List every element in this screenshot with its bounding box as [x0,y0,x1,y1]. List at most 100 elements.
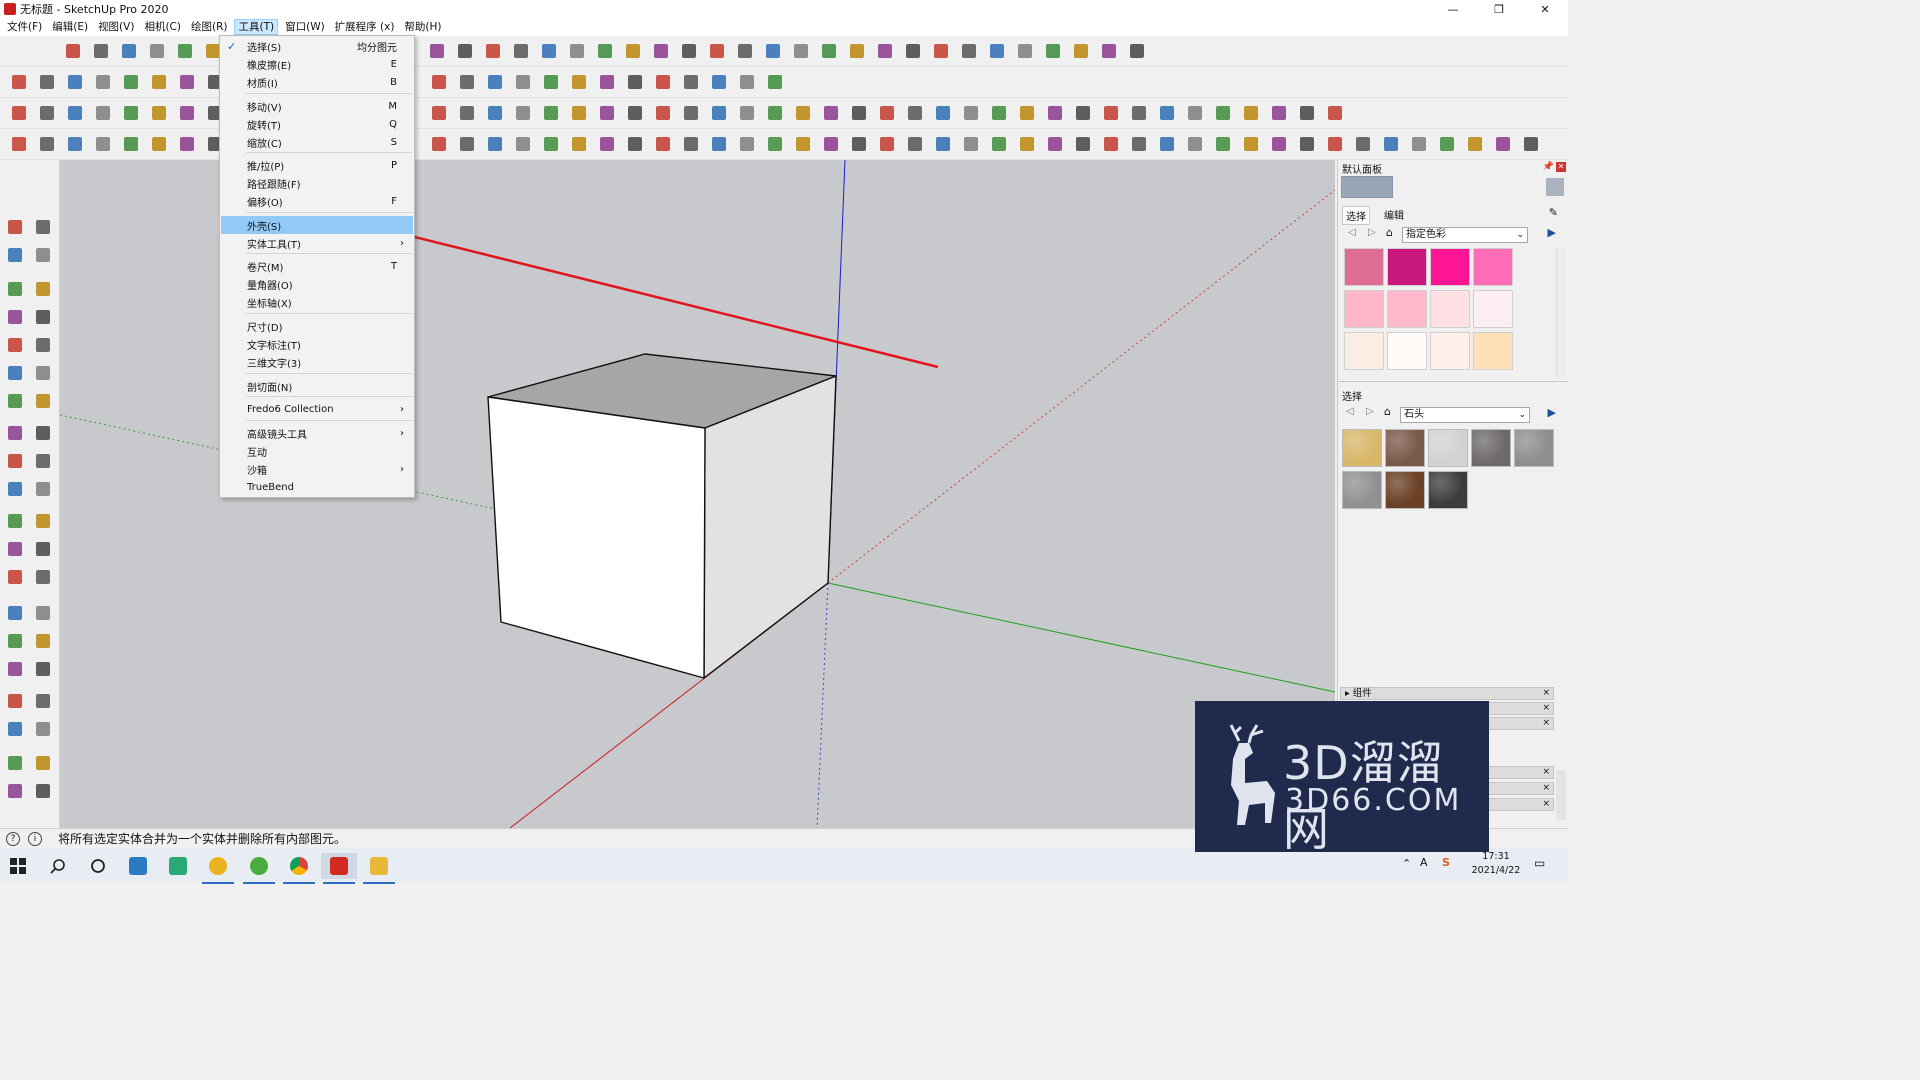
sample-paint-icon[interactable] [1546,178,1564,196]
taskbar-sketchup-icon[interactable] [321,853,357,884]
toolbar-tool-icon[interactable] [36,102,58,124]
toolbar-tool-icon[interactable] [902,40,924,62]
toolbar-tool-icon[interactable] [596,102,618,124]
left-tool-icon[interactable] [32,362,54,384]
color-swatch[interactable] [1430,290,1470,328]
menu-camera[interactable]: 相机(C) [141,19,184,35]
toolbar-tool-icon[interactable] [8,102,30,124]
close-icon[interactable]: × [1542,703,1550,714]
menu-extensions[interactable]: 扩展程序 (x) [332,19,398,35]
close-icon[interactable]: × [1542,783,1550,794]
eyedropper-icon[interactable]: ✎ [1549,206,1558,219]
toolbar-tool-icon[interactable] [736,71,758,93]
tools-menu-item[interactable]: 沙箱 › [221,460,413,478]
toolbar-tool-icon[interactable] [1128,133,1150,155]
toolbar-tool-icon[interactable] [174,40,196,62]
tools-menu-item[interactable]: TrueBend [221,478,413,496]
toolbar-tool-icon[interactable] [1212,102,1234,124]
stone-material-swatch[interactable] [1428,429,1468,467]
toolbar-tool-icon[interactable] [1240,133,1262,155]
left-tool-icon[interactable] [32,630,54,652]
toolbar-tool-icon[interactable] [512,71,534,93]
back-icon[interactable]: ◁ [1348,227,1356,238]
color-swatch[interactable] [1387,248,1427,286]
taskbar-app-green-icon[interactable] [160,853,196,879]
toolbar-tool-icon[interactable] [484,71,506,93]
left-tool-icon[interactable] [32,566,54,588]
toolbar-tool-icon[interactable] [764,133,786,155]
toolbar-tool-icon[interactable] [792,133,814,155]
toolbar-tool-icon[interactable] [92,102,114,124]
details-arrow-icon[interactable]: ▶ [1548,226,1556,239]
toolbar-tool-icon[interactable] [1016,133,1038,155]
toolbar-tool-icon[interactable] [568,71,590,93]
toolbar-tool-icon[interactable] [512,102,534,124]
toolbar-tool-icon[interactable] [1044,102,1066,124]
toolbar-tool-icon[interactable] [1240,102,1262,124]
toolbar-tool-icon[interactable] [790,40,812,62]
toolbar-tool-icon[interactable] [1128,102,1150,124]
toolbar-tool-icon[interactable] [706,40,728,62]
color-swatch[interactable] [1473,290,1513,328]
left-tool-icon[interactable] [32,658,54,680]
toolbar-tool-icon[interactable] [1072,102,1094,124]
toolbar-tool-icon[interactable] [932,133,954,155]
menu-edit[interactable]: 编辑(E) [49,19,91,35]
tools-menu-item[interactable]: 路径跟随(F) [221,174,413,192]
left-tool-icon[interactable] [4,752,26,774]
toolbar-tool-icon[interactable] [594,40,616,62]
close-icon[interactable]: × [1542,799,1550,810]
left-tool-icon[interactable] [4,510,26,532]
toolbar-tool-icon[interactable] [650,40,672,62]
tools-menu-item[interactable]: 外壳(S) [221,216,413,234]
taskbar-app-yellow-icon[interactable] [200,853,236,884]
left-tool-icon[interactable] [32,216,54,238]
tools-menu-item[interactable]: 橡皮擦(E) E [221,55,413,73]
toolbar-tool-icon[interactable] [92,133,114,155]
left-tool-icon[interactable] [32,244,54,266]
left-tool-icon[interactable] [4,566,26,588]
toolbar-tool-icon[interactable] [512,133,534,155]
menu-view[interactable]: 视图(V) [95,19,137,35]
toolbar-tool-icon[interactable] [176,133,198,155]
toolbar-tool-icon[interactable] [818,40,840,62]
tools-menu-item[interactable]: 偏移(O) F [221,192,413,210]
toolbar-tool-icon[interactable] [428,102,450,124]
toolbar-tool-icon[interactable] [1352,133,1374,155]
toolbar-tool-icon[interactable] [568,102,590,124]
toolbar-tool-icon[interactable] [118,40,140,62]
toolbar-tool-icon[interactable] [538,40,560,62]
tools-menu-item[interactable]: ✓ 选择(S) 均分图元 [221,37,413,55]
toolbar-tool-icon[interactable] [1520,133,1542,155]
material-collection-select[interactable]: 石头 ⌄ [1400,407,1530,423]
color-swatch[interactable] [1430,248,1470,286]
toolbar-tool-icon[interactable] [1436,133,1458,155]
toolbar-tool-icon[interactable] [624,102,646,124]
left-tool-icon[interactable] [4,306,26,328]
geo-location-icon[interactable]: ? [6,831,20,846]
toolbar-tool-icon[interactable] [622,40,644,62]
cube-front-face[interactable] [487,396,706,679]
toolbar-tool-icon[interactable] [1100,102,1122,124]
left-tool-icon[interactable] [4,780,26,802]
left-tool-icon[interactable] [4,478,26,500]
toolbar-tool-icon[interactable] [876,133,898,155]
toolbar-tool-icon[interactable] [652,71,674,93]
toolbar-tool-icon[interactable] [566,40,588,62]
toolbar-tool-icon[interactable] [988,133,1010,155]
toolbar-tool-icon[interactable] [146,40,168,62]
taskbar-files-icon[interactable] [361,853,397,884]
toolbar-tool-icon[interactable] [1324,133,1346,155]
toolbar-tool-icon[interactable] [874,40,896,62]
toolbar-tool-icon[interactable] [1212,133,1234,155]
toolbar-tool-icon[interactable] [426,40,448,62]
toolbar-tool-icon[interactable] [848,133,870,155]
left-tool-icon[interactable] [4,244,26,266]
toolbar-tool-icon[interactable] [736,133,758,155]
taskbar-chrome-icon[interactable] [281,853,317,884]
toolbar-tool-icon[interactable] [540,71,562,93]
toolbar-tool-icon[interactable] [120,71,142,93]
tray-scrollbar[interactable] [1556,770,1566,820]
toolbar-tool-icon[interactable] [428,71,450,93]
color-swatch[interactable] [1473,248,1513,286]
